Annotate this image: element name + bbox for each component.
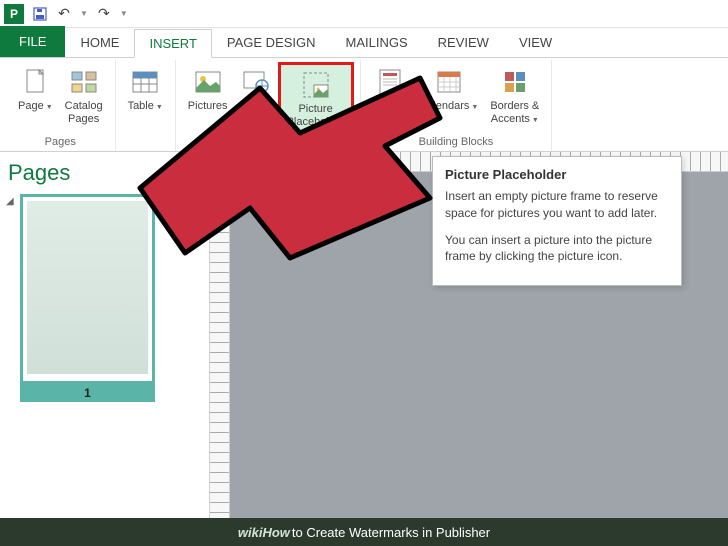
borders-accents-label: Borders & Accents▼ xyxy=(490,100,539,126)
ribbon-group-building-blocks: Page Parts▼ Calendars▼ Borders & Accents… xyxy=(361,60,553,151)
tab-view[interactable]: VIEW xyxy=(504,28,567,57)
calendars-label: Calendars▼ xyxy=(419,100,478,113)
pictures-label: Pictures xyxy=(188,100,228,113)
qat-customize-icon[interactable]: ▼ xyxy=(120,9,128,18)
tooltip-picture-placeholder: Picture Placeholder Insert an empty pict… xyxy=(432,156,682,286)
ribbon: Page▼ Catalog Pages Pages Table▼ Picture… xyxy=(0,58,728,152)
pages-panel-title: Pages xyxy=(8,160,201,186)
tab-mailings[interactable]: MAILINGS xyxy=(331,28,423,57)
catalog-pages-label: Catalog Pages xyxy=(65,100,103,126)
page-icon xyxy=(19,66,51,98)
online-label: Online xyxy=(240,100,272,113)
pictures-button[interactable]: Pictures xyxy=(182,62,234,115)
wikihow-footer: wikiHow to Create Watermarks in Publishe… xyxy=(0,518,728,546)
wikihow-brand: wikiHow xyxy=(238,525,290,540)
calendars-icon xyxy=(433,66,465,98)
undo-dropdown-icon[interactable]: ▼ xyxy=(80,9,88,18)
wikihow-title: to Create Watermarks in Publisher xyxy=(292,525,490,540)
online-pictures-button[interactable]: Online xyxy=(234,62,278,115)
tab-file[interactable]: FILE xyxy=(0,26,65,57)
tab-insert[interactable]: INSERT xyxy=(134,29,211,58)
ruler-corner xyxy=(210,152,230,172)
page-parts-label: Page Parts▼ xyxy=(373,100,408,126)
tooltip-para1: Insert an empty picture frame to reserve… xyxy=(445,188,669,222)
page-button[interactable]: Page▼ xyxy=(12,62,59,115)
pages-panel: Pages ‹ ◢ 1 xyxy=(0,152,210,518)
page-thumbnail-wrapper: ◢ 1 xyxy=(8,194,201,402)
page-thumbnail[interactable] xyxy=(20,194,155,384)
group-building-blocks-label: Building Blocks xyxy=(419,134,494,151)
ribbon-tabs: FILE HOME INSERT PAGE DESIGN MAILINGS RE… xyxy=(0,28,728,58)
table-icon xyxy=(129,66,161,98)
ribbon-group-tables: Table▼ xyxy=(116,60,176,151)
tooltip-para2: You can insert a picture into the pictur… xyxy=(445,232,669,266)
save-icon[interactable] xyxy=(28,2,52,26)
page-button-label: Page▼ xyxy=(18,100,53,113)
ribbon-group-illustrations: Pictures Online Picture Placeholder xyxy=(176,60,361,151)
picture-placeholder-icon xyxy=(300,69,332,101)
publisher-app-icon: P xyxy=(4,4,24,24)
pictures-icon xyxy=(192,66,224,98)
picture-placeholder-button[interactable]: Picture Placeholder xyxy=(278,62,354,134)
catalog-pages-icon xyxy=(68,66,100,98)
publisher-letter: P xyxy=(10,7,18,21)
page-parts-icon xyxy=(374,66,406,98)
ribbon-group-pages: Page▼ Catalog Pages Pages xyxy=(6,60,116,151)
tab-page-design[interactable]: PAGE DESIGN xyxy=(212,28,331,57)
undo-icon[interactable]: ↶ xyxy=(52,2,76,26)
tooltip-body: Insert an empty picture frame to reserve… xyxy=(445,188,669,265)
catalog-pages-button[interactable]: Catalog Pages xyxy=(59,62,109,128)
borders-accents-button[interactable]: Borders & Accents▼ xyxy=(484,62,545,128)
tooltip-title: Picture Placeholder xyxy=(445,167,669,182)
collapse-triangle-icon[interactable]: ◢ xyxy=(6,196,14,207)
titlebar: P ↶ ▼ ↷ ▼ xyxy=(0,0,728,28)
borders-accents-icon xyxy=(499,66,531,98)
calendars-button[interactable]: Calendars▼ xyxy=(413,62,484,115)
redo-icon[interactable]: ↷ xyxy=(92,2,116,26)
page-parts-button[interactable]: Page Parts▼ xyxy=(367,62,414,128)
tab-home[interactable]: HOME xyxy=(65,28,134,57)
vertical-ruler xyxy=(210,172,230,518)
page-number-tab[interactable]: 1 xyxy=(20,384,155,402)
picture-placeholder-label: Picture Placeholder xyxy=(287,103,345,129)
tab-review[interactable]: REVIEW xyxy=(423,28,504,57)
table-button[interactable]: Table▼ xyxy=(122,62,169,115)
group-pages-label: Pages xyxy=(45,134,76,151)
online-pictures-icon xyxy=(240,66,272,98)
table-label: Table▼ xyxy=(128,100,163,113)
